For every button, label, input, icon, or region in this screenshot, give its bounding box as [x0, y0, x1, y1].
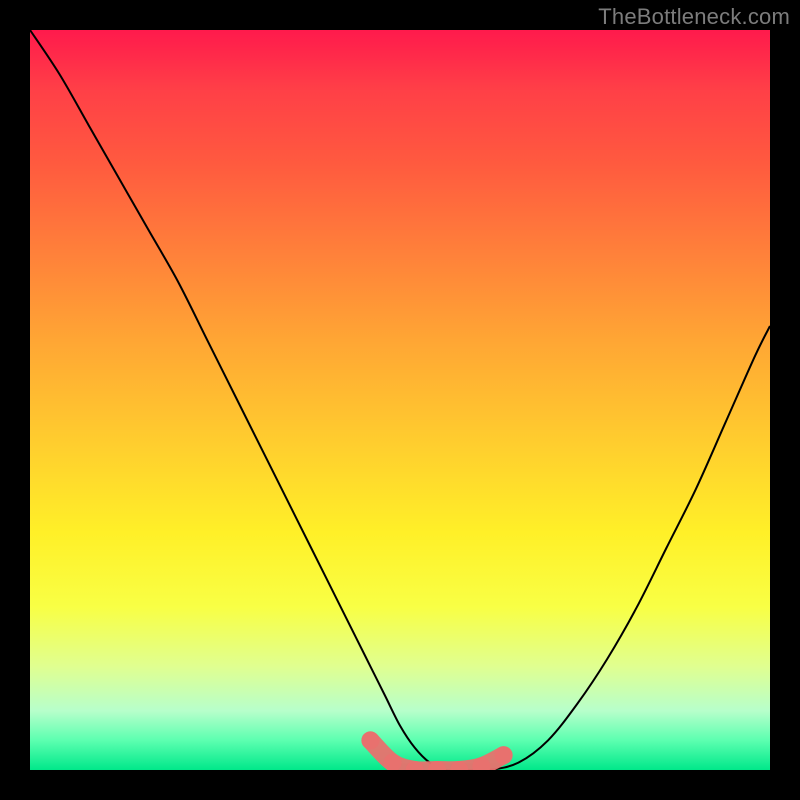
- bottleneck-curve-svg: [30, 30, 770, 770]
- bottleneck-curve-path: [30, 30, 770, 770]
- optimal-range-dots: [361, 731, 512, 770]
- optimal-dot: [495, 746, 513, 764]
- plot-area: [30, 30, 770, 770]
- watermark-text: TheBottleneck.com: [598, 4, 790, 30]
- bottleneck-curve: [30, 30, 770, 770]
- chart-frame: TheBottleneck.com: [0, 0, 800, 800]
- optimal-dot: [361, 731, 379, 749]
